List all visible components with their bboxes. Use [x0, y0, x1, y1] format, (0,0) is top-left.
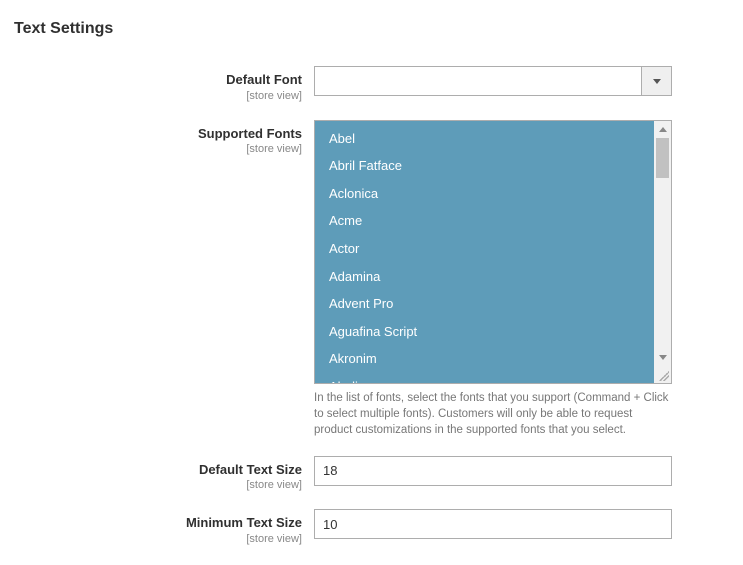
scope-text: [store view]: [14, 533, 302, 545]
scrollbar-thumb[interactable]: [656, 138, 669, 178]
scroll-down-button[interactable]: [654, 349, 671, 366]
label-default-text-size: Default Text Size [store view]: [14, 456, 314, 492]
default-text-size-input[interactable]: [314, 456, 672, 486]
scope-text: [store view]: [14, 143, 302, 155]
font-option[interactable]: Acme: [315, 207, 654, 235]
default-font-value: [315, 67, 641, 95]
label-text: Minimum Text Size: [14, 515, 302, 531]
font-option[interactable]: Aclonica: [315, 180, 654, 208]
font-option[interactable]: Actor: [315, 235, 654, 263]
label-default-font: Default Font [store view]: [14, 66, 314, 102]
supported-fonts-multiselect[interactable]: Abel Abril Fatface Aclonica Acme Actor A…: [314, 120, 672, 384]
field-minimum-text-size: Minimum Text Size [store view]: [14, 509, 729, 545]
font-option[interactable]: Abel: [315, 125, 654, 153]
label-text: Default Text Size: [14, 462, 302, 478]
font-option[interactable]: Aladin: [315, 373, 654, 384]
scroll-up-button[interactable]: [654, 121, 671, 138]
field-default-font: Default Font [store view]: [14, 66, 729, 102]
supported-fonts-help: In the list of fonts, select the fonts t…: [314, 390, 672, 438]
default-font-select[interactable]: [314, 66, 672, 96]
page-title: Text Settings: [14, 20, 729, 38]
font-option[interactable]: Advent Pro: [315, 290, 654, 318]
scope-text: [store view]: [14, 90, 302, 102]
font-option[interactable]: Adamina: [315, 263, 654, 291]
font-option[interactable]: Aguafina Script: [315, 318, 654, 346]
chevron-down-icon: [659, 355, 667, 360]
chevron-down-icon: [653, 79, 661, 84]
label-text: Supported Fonts: [14, 126, 302, 142]
label-supported-fonts: Supported Fonts [store view]: [14, 120, 314, 156]
scope-text: [store view]: [14, 479, 302, 491]
scrollbar[interactable]: [654, 121, 671, 383]
label-minimum-text-size: Minimum Text Size [store view]: [14, 509, 314, 545]
chevron-up-icon: [659, 127, 667, 132]
resize-handle[interactable]: [654, 366, 671, 383]
label-text: Default Font: [14, 72, 302, 88]
font-option[interactable]: Akronim: [315, 345, 654, 373]
field-supported-fonts: Supported Fonts [store view] Abel Abril …: [14, 120, 729, 438]
minimum-text-size-input[interactable]: [314, 509, 672, 539]
default-font-dropdown-button[interactable]: [641, 67, 671, 95]
field-default-text-size: Default Text Size [store view]: [14, 456, 729, 492]
font-option[interactable]: Abril Fatface: [315, 152, 654, 180]
supported-fonts-list: Abel Abril Fatface Aclonica Acme Actor A…: [315, 121, 654, 383]
